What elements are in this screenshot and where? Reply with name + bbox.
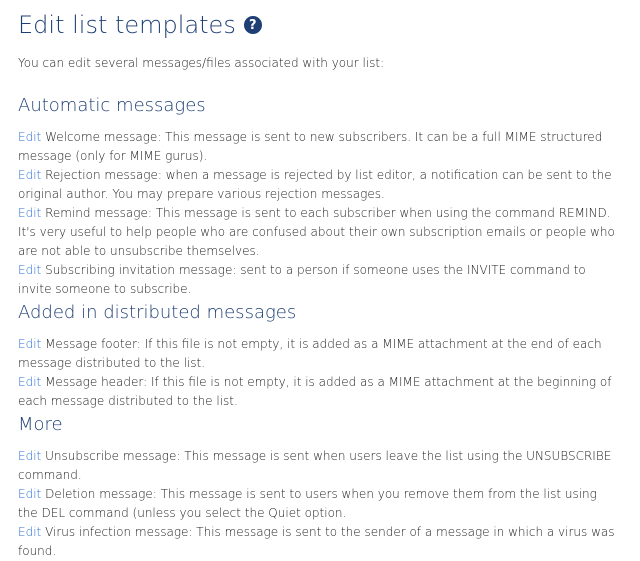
item-description: Welcome message: This message is sent to… [18, 130, 603, 163]
section-items: Edit Unsubscribe message: This message i… [18, 447, 622, 561]
list-item-rejection: Edit Rejection message: when a message i… [18, 166, 618, 204]
edit-link-invite[interactable]: Edit [18, 263, 41, 277]
edit-link-rejection[interactable]: Edit [18, 168, 41, 182]
list-item-deletion: Edit Deletion message: This message is s… [18, 485, 618, 523]
item-description: Rejection message: when a message is rej… [18, 168, 612, 201]
list-item-remind: Edit Remind message: This message is sen… [18, 204, 618, 261]
edit-link-welcome[interactable]: Edit [18, 130, 41, 144]
edit-link-unsubscribe[interactable]: Edit [18, 449, 41, 463]
section-title: More [18, 414, 63, 435]
edit-link-remind[interactable]: Edit [18, 206, 41, 220]
item-description: Unsubscribe message: This message is sen… [18, 449, 612, 482]
edit-link-virus[interactable]: Edit [18, 525, 41, 539]
edit-link-footer[interactable]: Edit [18, 337, 41, 351]
item-description: Deletion message: This message is sent t… [18, 487, 597, 520]
section-items: Edit Message footer: If this file is not… [18, 335, 622, 411]
item-description: Message header: If this file is not empt… [18, 375, 612, 408]
section-added-in-distributed: Added in distributed messages Edit Messa… [18, 301, 622, 411]
section-more: More Edit Unsubscribe message: This mess… [18, 413, 622, 561]
title-row: Edit list templates ? [18, 8, 622, 42]
section-items: Edit Welcome message: This message is se… [18, 128, 622, 299]
list-item-header: Edit Message header: If this file is not… [18, 373, 618, 411]
item-description: Subscribing invitation message: sent to … [18, 263, 586, 296]
list-item-virus: Edit Virus infection message: This messa… [18, 523, 618, 561]
item-description: Remind message: This message is sent to … [18, 206, 615, 258]
list-item-unsubscribe: Edit Unsubscribe message: This message i… [18, 447, 618, 485]
list-item-footer: Edit Message footer: If this file is not… [18, 335, 618, 373]
list-item-welcome: Edit Welcome message: This message is se… [18, 128, 618, 166]
section-title: Automatic messages [18, 95, 206, 116]
question-circle-icon[interactable]: ? [243, 16, 262, 34]
page: Edit list templates ? You can edit sever… [0, 0, 640, 561]
list-item-invite: Edit Subscribing invitation message: sen… [18, 261, 618, 299]
intro-text: You can edit several messages/files asso… [18, 56, 385, 70]
section-title: Added in distributed messages [18, 302, 297, 323]
section-automatic-messages: Automatic messages Edit Welcome message:… [18, 94, 622, 299]
edit-link-deletion[interactable]: Edit [18, 487, 41, 501]
item-description: Virus infection message: This message is… [18, 525, 615, 558]
page-title: Edit list templates [18, 11, 236, 39]
item-description: Message footer: If this file is not empt… [18, 337, 602, 370]
edit-link-header[interactable]: Edit [18, 375, 41, 389]
